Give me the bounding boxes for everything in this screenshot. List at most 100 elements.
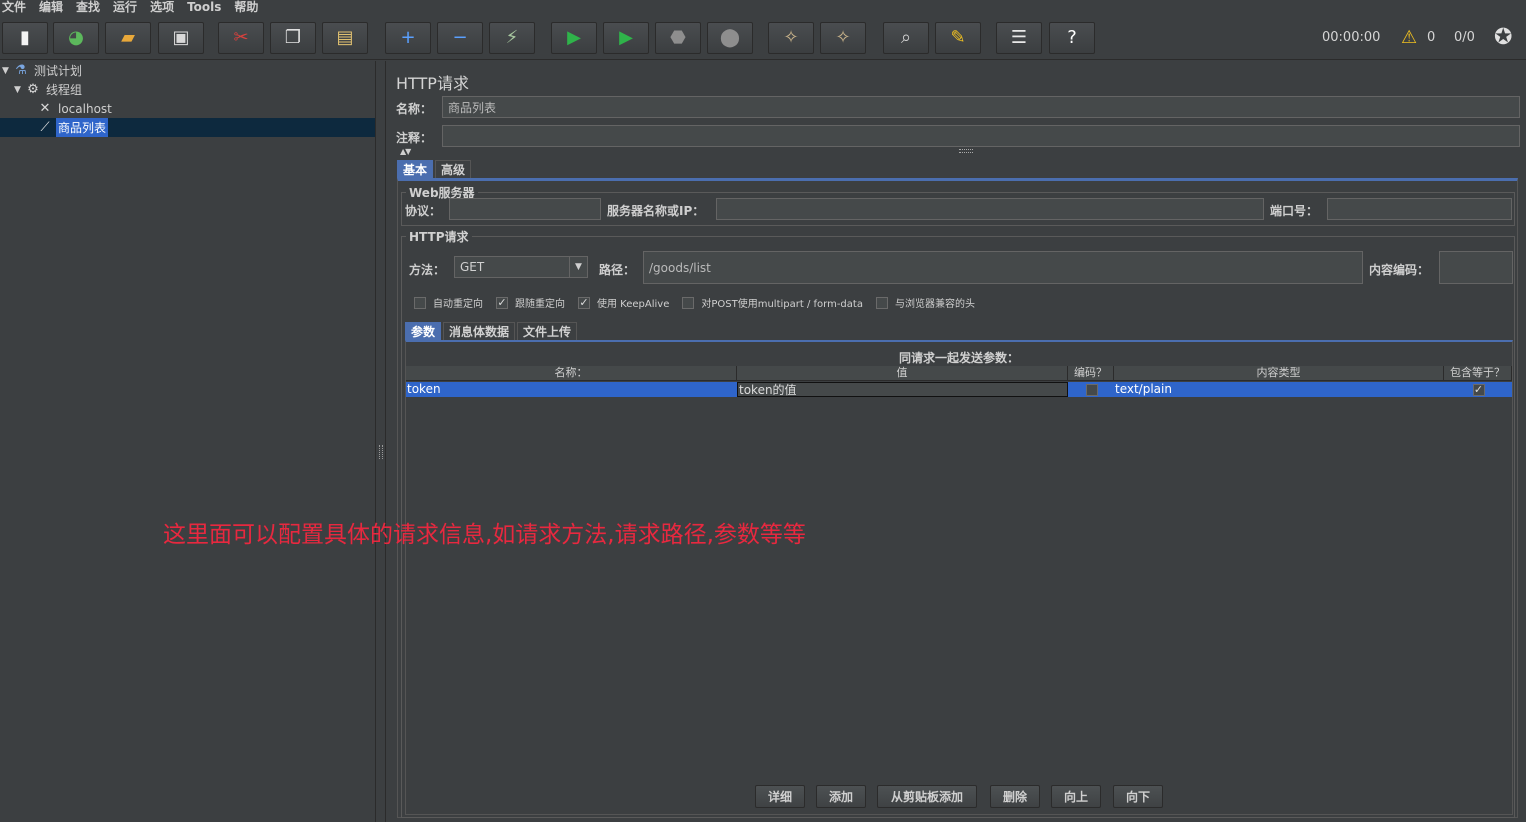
start-no-pause-button[interactable]: ▶ (603, 22, 649, 54)
include-equals-checkbox[interactable]: ✓ (1472, 383, 1485, 396)
params-action-button[interactable]: 删除 (990, 785, 1040, 808)
save-button[interactable]: ▣ (158, 22, 204, 54)
param-name-cell[interactable]: token (406, 382, 737, 397)
method-select[interactable]: GET ▼ (454, 256, 588, 278)
tab-parameters[interactable]: 参数 (405, 322, 442, 340)
tree-node[interactable]: ▼ ⚙ 线程组 (0, 80, 375, 99)
checkbox-box[interactable]: ✓ (496, 296, 508, 309)
toolbar: 00:00:00 ⚠ 0 0/0 ✪ ▮ ◕ ▰ ▣ ✂ ❐ ▤ + − ⚡ ▶ ▶ ⬣ ⬤ ✧ ✧ ⌕ ✎ ☰? (0, 16, 1526, 60)
clear-button[interactable]: ✧ (768, 22, 814, 54)
tab-file-upload[interactable]: 文件上传 (517, 322, 578, 340)
col-content-type-header[interactable]: 内容类型 (1114, 366, 1444, 381)
encode-checkbox[interactable] (1085, 383, 1098, 396)
checkbox-box[interactable]: ✓ (578, 296, 590, 309)
start-button[interactable]: ▶ (551, 22, 597, 54)
params-action-button[interactable]: 从剪贴板添加 (877, 785, 977, 808)
toggle-icon: ⚡ (505, 27, 519, 48)
params-action-button[interactable]: 添加 (816, 785, 866, 808)
option-checkbox[interactable]: ✓ 使用 KeepAlive (578, 295, 669, 310)
function-helper-button[interactable]: ☰ (996, 22, 1042, 54)
help-icon: ? (1067, 27, 1077, 48)
menu-run[interactable]: 运行 (113, 0, 137, 14)
path-input[interactable] (643, 251, 1363, 284)
tab-body-data[interactable]: 消息体数据 (443, 322, 516, 340)
tab-basic[interactable]: 基本 (397, 160, 434, 178)
menu-tools[interactable]: Tools (187, 0, 221, 14)
params-action-button[interactable]: 向下 (1113, 785, 1163, 808)
collapse-toggle-icon[interactable]: ▲▼ (400, 147, 411, 156)
shutdown-button[interactable]: ⬤ (707, 22, 753, 54)
params-action-button[interactable]: 向上 (1051, 785, 1101, 808)
start-no-pause-icon: ▶ (619, 27, 633, 48)
stop-button[interactable]: ⬣ (655, 22, 701, 54)
menu-help[interactable]: 帮助 (234, 0, 258, 14)
tree-node[interactable]: ✕ localhost (0, 99, 375, 118)
remote-status-icon[interactable]: ✪ (1494, 25, 1512, 50)
elapsed-timer: 00:00:00 (1322, 30, 1381, 45)
col-name-header[interactable]: 名称： (406, 366, 737, 381)
option-checkbox[interactable]: 对POST使用multipart / form-data (682, 295, 863, 310)
param-include-equals-cell[interactable]: ✓ (1444, 382, 1512, 397)
search-icon: ⌕ (900, 27, 912, 48)
splitter-grip[interactable] (379, 445, 383, 459)
encoding-label: 内容编码： (1369, 263, 1430, 277)
search-button[interactable]: ⌕ (883, 22, 929, 54)
collapse-button[interactable]: − (437, 22, 483, 54)
expand-button[interactable]: + (385, 22, 431, 54)
tree-node[interactable]: ⟋ 商品列表 (0, 118, 375, 137)
checkbox-box[interactable] (682, 296, 695, 309)
method-value: GET (460, 260, 485, 274)
reset-search-icon: ✎ (950, 27, 966, 48)
col-value-header[interactable]: 值 (737, 366, 1068, 381)
checkbox-box[interactable] (414, 296, 426, 309)
paste-icon: ▤ (336, 27, 354, 48)
encoding-input[interactable] (1439, 251, 1513, 284)
start-icon: ▶ (567, 27, 581, 48)
tab-advanced[interactable]: 高级 (435, 160, 472, 178)
menu-file[interactable]: 文件 (2, 0, 26, 14)
protocol-input[interactable] (449, 198, 601, 220)
tree-node-label: localhost (58, 101, 112, 116)
param-value-cell[interactable]: token的值 (737, 382, 1068, 397)
name-input[interactable] (442, 96, 1520, 118)
panel-splitter[interactable] (377, 61, 386, 822)
param-encode-cell[interactable] (1068, 382, 1114, 397)
option-checkbox[interactable]: 自动重定向 (414, 295, 483, 310)
menu-search[interactable]: 查找 (76, 0, 100, 14)
option-checkboxes: 自动重定向 ✓ 跟随重定向 ✓ 使用 KeepAlive 对POST使用multipart… (414, 295, 988, 310)
port-input[interactable] (1327, 198, 1512, 220)
tree-node[interactable]: ▼ ⚗ 测试计划 (0, 61, 375, 80)
menu-options[interactable]: 选项 (150, 0, 174, 14)
open-button[interactable]: ▰ (105, 22, 151, 54)
copy-icon: ❐ (284, 27, 302, 48)
help-button[interactable]: ? (1049, 22, 1095, 54)
param-content-type-cell[interactable]: text/plain (1114, 382, 1444, 397)
server-input[interactable] (716, 198, 1264, 220)
paste-button[interactable]: ▤ (322, 22, 368, 54)
copy-button[interactable]: ❐ (270, 22, 316, 54)
expand-arrow-icon[interactable]: ▼ (14, 85, 24, 95)
reset-search-button[interactable]: ✎ (935, 22, 981, 54)
params-action-button[interactable]: 详细 (755, 785, 805, 808)
comment-input[interactable] (442, 125, 1520, 147)
new-icon: ▮ (20, 27, 30, 48)
checkbox-label: 使用 KeepAlive (597, 299, 670, 310)
option-checkbox[interactable]: ✓ 跟随重定向 (496, 295, 565, 310)
checkbox-box[interactable] (875, 296, 888, 309)
warning-icon[interactable]: ⚠ (1401, 27, 1417, 48)
col-include-equals-header[interactable]: 包含等于？ (1444, 366, 1512, 381)
option-checkbox[interactable]: 与浏览器兼容的头 (875, 295, 975, 310)
cut-button[interactable]: ✂ (218, 22, 264, 54)
clear-all-icon: ✧ (835, 27, 851, 48)
col-encode-header[interactable]: 编码？ (1068, 366, 1114, 381)
main-tabs: 基本 高级 (397, 160, 473, 178)
config-icon: ✕ (39, 101, 51, 116)
toggle-button[interactable]: ⚡ (489, 22, 535, 54)
templates-button[interactable]: ◕ (53, 22, 99, 54)
resize-handle[interactable] (959, 149, 973, 153)
chevron-down-icon[interactable]: ▼ (569, 257, 587, 277)
expand-arrow-icon[interactable]: ▼ (2, 66, 12, 76)
new-button[interactable]: ▮ (2, 22, 48, 54)
menu-edit[interactable]: 编辑 (39, 0, 63, 14)
clear-all-button[interactable]: ✧ (820, 22, 866, 54)
